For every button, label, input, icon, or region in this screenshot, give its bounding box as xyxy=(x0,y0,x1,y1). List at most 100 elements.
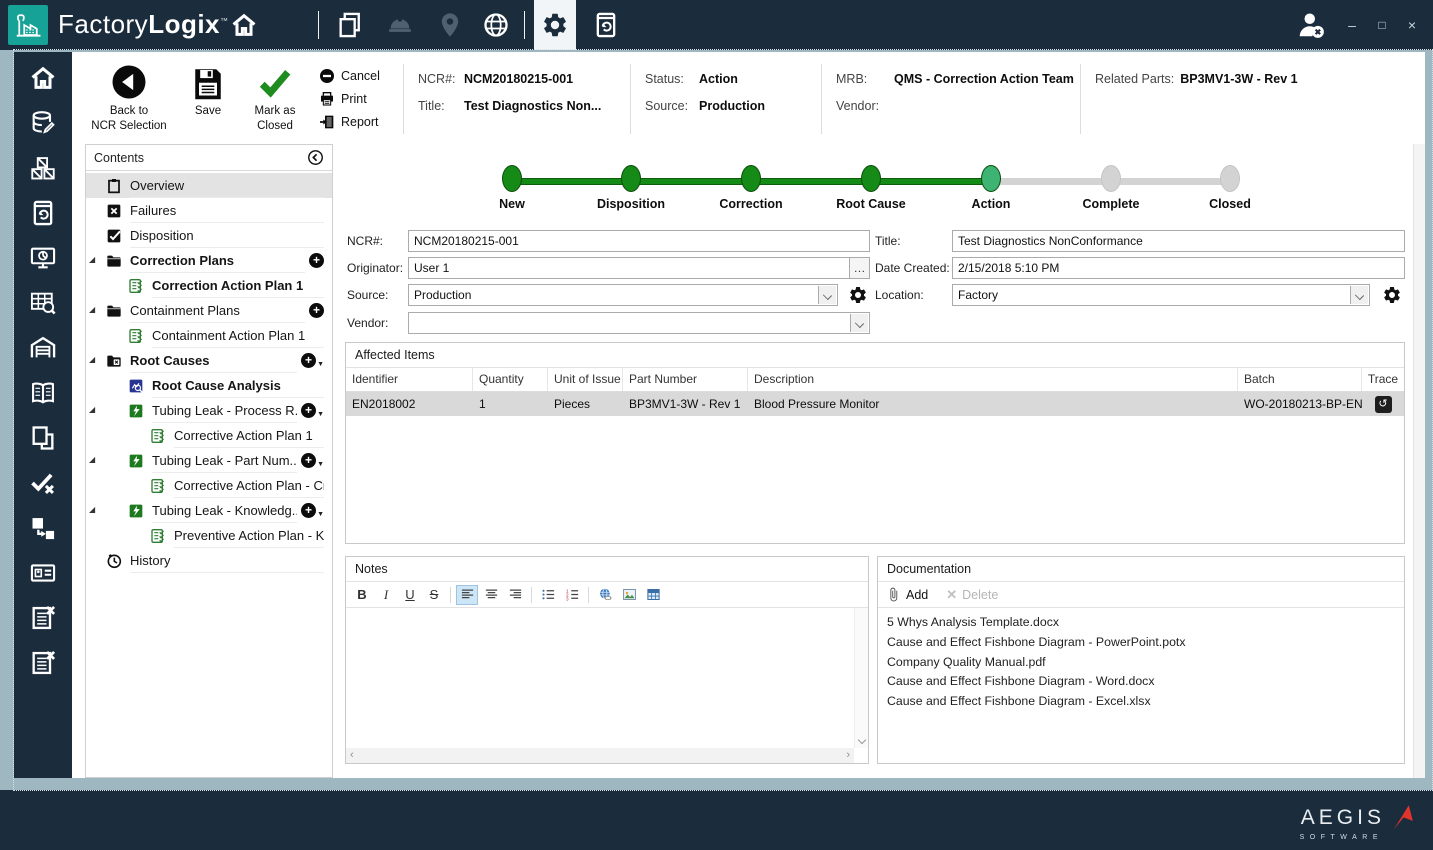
add-plan-button[interactable]: + xyxy=(301,503,317,518)
align-left-button[interactable] xyxy=(456,584,478,605)
add-menu-caret-icon[interactable]: ▼ xyxy=(317,411,324,418)
checklist-remove-icon-2[interactable] xyxy=(29,649,57,677)
scroll-left-icon[interactable]: ‹ xyxy=(350,750,354,761)
align-center-button[interactable] xyxy=(480,585,502,605)
file-item[interactable]: 5 Whys Analysis Template.docx xyxy=(887,613,1395,633)
file-item[interactable]: Company Quality Manual.pdf xyxy=(887,653,1395,673)
column-batch[interactable]: Batch xyxy=(1238,368,1362,391)
numbered-list-button[interactable] xyxy=(561,585,583,605)
library-book-icon[interactable] xyxy=(29,379,57,407)
database-edit-icon[interactable] xyxy=(29,109,57,137)
add-menu-caret-icon[interactable]: ▼ xyxy=(317,361,324,368)
transfer-icon[interactable] xyxy=(29,514,57,542)
tree-item-corrective-action-plan-cr[interactable]: Corrective Action Plan - Cr... xyxy=(86,473,332,498)
mark-as-closed-button[interactable]: Mark as Closed xyxy=(243,58,307,144)
location-gear-icon[interactable] xyxy=(1382,285,1402,305)
source-dropdown[interactable]: Production xyxy=(408,284,838,306)
add-correction-plan-button[interactable]: + xyxy=(309,253,324,268)
notes-editor[interactable]: ‹ › xyxy=(346,608,868,763)
id-card-icon[interactable] xyxy=(29,559,57,587)
checklist-remove-icon[interactable] xyxy=(29,604,57,632)
documents-icon[interactable] xyxy=(29,424,57,452)
warehouse-icon[interactable] xyxy=(29,334,57,362)
add-root-cause-button[interactable]: + xyxy=(301,353,317,368)
hyperlink-button[interactable] xyxy=(594,585,616,605)
originator-input[interactable] xyxy=(408,257,850,279)
tree-item-history[interactable]: History xyxy=(86,548,332,573)
add-containment-plan-button[interactable]: + xyxy=(309,303,324,318)
ncr-return-icon[interactable] xyxy=(592,11,620,39)
tree-item-tubing-leak-part-num[interactable]: ◢ Tubing Leak - Part Num... + ▼ xyxy=(86,448,332,473)
home-icon[interactable] xyxy=(230,11,258,39)
print-button[interactable]: Print xyxy=(319,91,403,107)
column-quantity[interactable]: Quantity xyxy=(473,368,548,391)
back-to-ncr-selection-button[interactable]: Back to NCR Selection xyxy=(85,58,173,144)
save-button[interactable]: Save xyxy=(173,58,243,144)
user-signout-icon[interactable] xyxy=(1296,10,1326,40)
minimize-button[interactable]: – xyxy=(1340,14,1364,36)
home-icon[interactable] xyxy=(29,64,57,92)
bold-button[interactable]: B xyxy=(351,585,373,605)
report-button[interactable]: Report xyxy=(319,114,403,130)
scroll-right-icon[interactable]: › xyxy=(846,750,850,761)
horizontal-scrollbar[interactable]: ‹ › xyxy=(346,748,854,763)
tree-item-disposition[interactable]: Disposition xyxy=(86,223,332,248)
expander-icon[interactable]: ◢ xyxy=(89,356,95,364)
column-trace[interactable]: Trace xyxy=(1362,368,1404,391)
column-part-number[interactable]: Part Number xyxy=(623,368,748,391)
column-description[interactable]: Description xyxy=(748,368,1238,391)
location-pin-icon[interactable] xyxy=(436,11,464,39)
hardhat-icon[interactable] xyxy=(386,11,414,39)
tree-item-overview[interactable]: Overview xyxy=(86,173,332,198)
source-gear-icon[interactable] xyxy=(848,285,868,305)
ncr-input[interactable] xyxy=(408,230,870,252)
expander-icon[interactable]: ◢ xyxy=(89,256,95,264)
collapse-panel-icon[interactable] xyxy=(307,149,324,166)
add-menu-caret-icon[interactable]: ▼ xyxy=(317,461,324,468)
affected-item-row[interactable]: EN2018002 1 Pieces BP3MV1-3W - Rev 1 Blo… xyxy=(346,392,1404,416)
date-created-input[interactable] xyxy=(952,257,1405,279)
tree-item-tubing-leak-knowledge[interactable]: ◢ Tubing Leak - Knowledg... + ▼ xyxy=(86,498,332,523)
column-unit-of-issue[interactable]: Unit of Issue xyxy=(548,368,623,391)
task-check-icon[interactable] xyxy=(29,469,57,497)
main-vertical-scrollbar[interactable] xyxy=(1413,144,1425,778)
table-search-icon[interactable] xyxy=(29,289,57,317)
column-identifier[interactable]: Identifier xyxy=(346,368,473,391)
close-button[interactable]: × xyxy=(1400,14,1424,36)
chevron-down-icon[interactable] xyxy=(818,286,836,304)
insert-image-button[interactable] xyxy=(618,585,640,605)
expander-icon[interactable]: ◢ xyxy=(89,456,95,464)
cancel-button[interactable]: Cancel xyxy=(319,68,403,84)
expander-icon[interactable]: ◢ xyxy=(89,306,95,314)
add-menu-caret-icon[interactable]: ▼ xyxy=(317,511,324,518)
vertical-scrollbar[interactable] xyxy=(854,608,868,748)
tree-item-containment-action-plan-1[interactable]: Containment Action Plan 1 xyxy=(86,323,332,348)
delete-document-button[interactable]: ✕ Delete xyxy=(946,587,998,603)
tree-item-tubing-leak-process[interactable]: ◢ Tubing Leak - Process R... + ▼ xyxy=(86,398,332,423)
expander-icon[interactable]: ◢ xyxy=(89,406,95,414)
italic-button[interactable]: I xyxy=(375,585,397,605)
title-input[interactable] xyxy=(952,230,1405,252)
originator-browse-button[interactable]: … xyxy=(850,257,870,279)
tree-item-root-causes[interactable]: ◢ Root Causes + ▼ xyxy=(86,348,332,373)
dashboard-monitor-icon[interactable] xyxy=(29,244,57,272)
vendor-dropdown[interactable] xyxy=(408,312,870,334)
expander-icon[interactable]: ◢ xyxy=(89,506,95,514)
add-document-button[interactable]: Add xyxy=(886,587,928,602)
copy-icon[interactable] xyxy=(336,11,364,39)
tree-item-containment-plans[interactable]: ◢ Containment Plans + xyxy=(86,298,332,323)
maximize-button[interactable]: □ xyxy=(1370,14,1394,36)
tree-item-failures[interactable]: Failures xyxy=(86,198,332,223)
underline-button[interactable]: U xyxy=(399,585,421,605)
location-dropdown[interactable]: Factory xyxy=(952,284,1370,306)
tree-item-correction-action-plan-1[interactable]: Correction Action Plan 1 xyxy=(86,273,332,298)
bullet-list-button[interactable] xyxy=(537,585,559,605)
insert-table-button[interactable] xyxy=(642,585,664,605)
tree-item-preventive-action-plan-k[interactable]: Preventive Action Plan - K... xyxy=(86,523,332,548)
chevron-down-icon[interactable] xyxy=(1350,286,1368,304)
globe-icon[interactable] xyxy=(482,11,510,39)
tree-item-root-cause-analysis[interactable]: Root Cause Analysis xyxy=(86,373,332,398)
file-item[interactable]: Cause and Effect Fishbone Diagram - Word… xyxy=(887,672,1395,692)
align-right-button[interactable] xyxy=(504,585,526,605)
strikethrough-button[interactable]: S xyxy=(423,585,445,605)
